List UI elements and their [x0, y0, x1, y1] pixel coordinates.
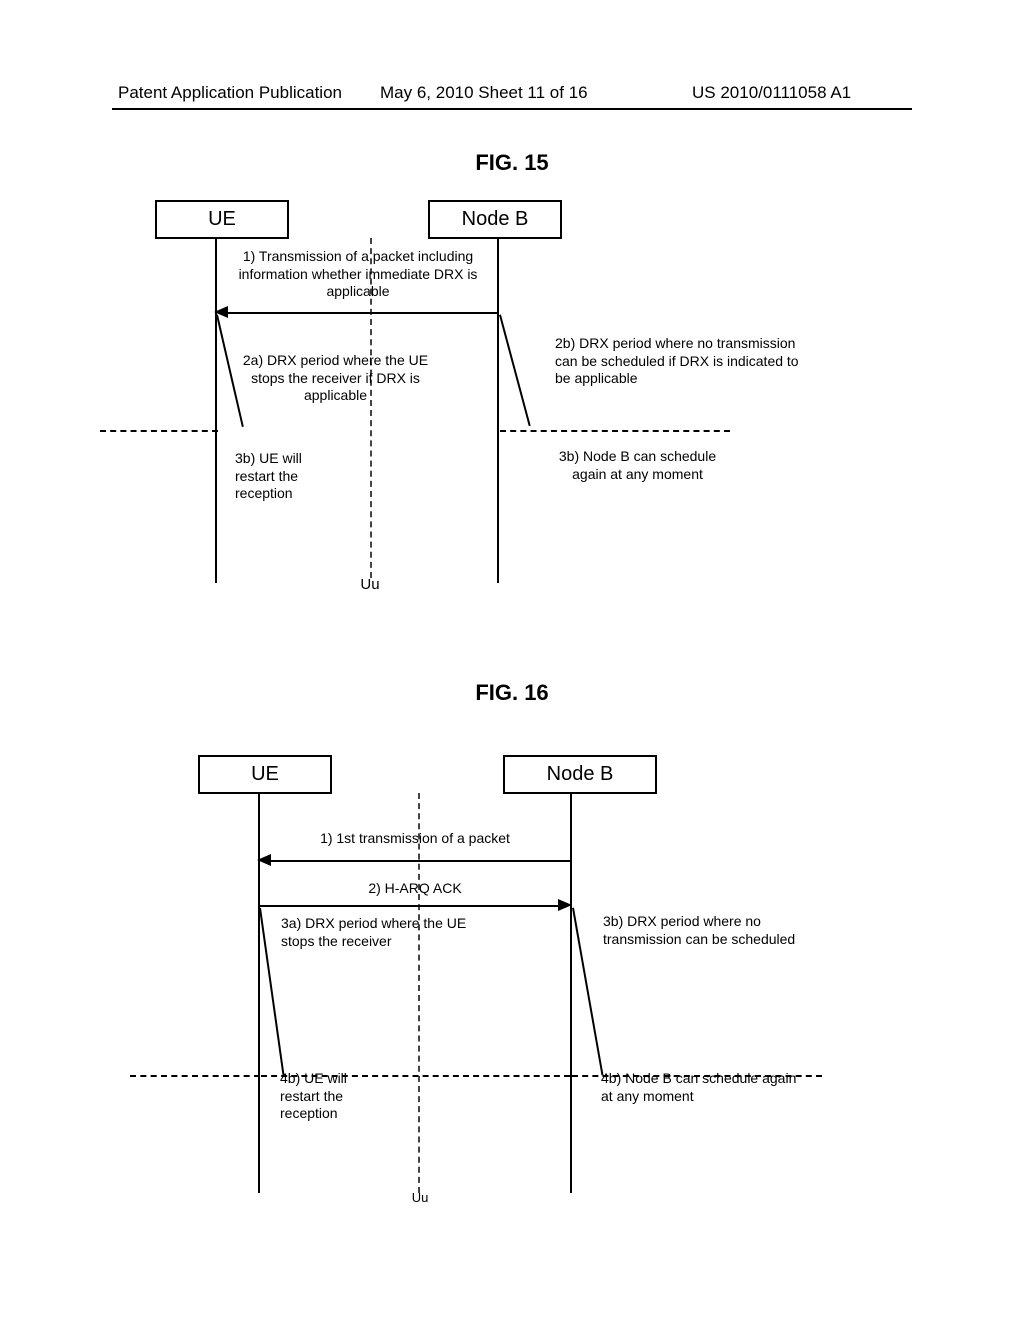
- fig16-arrow2-head: [558, 899, 572, 911]
- fig16-arrow2: [260, 905, 560, 907]
- fig15-step3a-text: 3b) UE will restart the reception: [235, 450, 345, 503]
- fig15-step3b-text: 3b) Node B can schedule again at any mom…: [555, 448, 720, 483]
- fig15-dash-left: [100, 430, 218, 432]
- fig16-center-dash: [418, 793, 420, 1193]
- fig16-uu-label: Uu: [405, 1190, 435, 1206]
- fig16-nodeb-box: Node B: [503, 755, 657, 794]
- fig15-uu-label: Uu: [355, 576, 385, 595]
- fig16-step4b-text: 4b) Node B can schedule again at any mom…: [601, 1070, 801, 1105]
- fig16-ue-lifeline: [258, 793, 260, 1193]
- fig15-step2b-text: 2b) DRX period where no transmission can…: [555, 335, 805, 388]
- fig15-step1-text: 1) Transmission of a packet including in…: [218, 248, 498, 301]
- fig16-step3a-text: 3a) DRX period where the UE stops the re…: [281, 915, 481, 950]
- fig15-step2a-text: 2a) DRX period where the UE stops the re…: [228, 352, 443, 405]
- fig16-step3b-text: 3b) DRX period where no transmission can…: [603, 913, 798, 948]
- header-center: May 6, 2010 Sheet 11 of 16: [380, 83, 588, 103]
- fig16-step2-text: 2) H-ARQ ACK: [355, 880, 475, 898]
- fig16-step4a-text: 4b) UE will restart the reception: [280, 1070, 390, 1123]
- fig16-dash-left: [130, 1075, 260, 1077]
- header-left: Patent Application Publication: [118, 83, 342, 103]
- fig15-nodeb-box: Node B: [428, 200, 562, 239]
- fig15-ue-lifeline: [215, 238, 217, 583]
- fig15-ue-box: UE: [155, 200, 289, 239]
- fig16-ue-box: UE: [198, 755, 332, 794]
- fig15-title: FIG. 15: [0, 150, 1024, 176]
- header-rule: [112, 108, 912, 110]
- fig16-step1-text: 1) 1st transmission of a packet: [300, 830, 530, 848]
- fig16-arrow1-head: [257, 854, 271, 866]
- fig16-arrow1: [263, 860, 570, 862]
- fig16-nodeb-lifeline: [570, 793, 572, 1193]
- fig16-title: FIG. 16: [0, 680, 1024, 706]
- fig16-note3b-line: [572, 908, 603, 1076]
- fig15-arrow1: [220, 312, 497, 314]
- fig15-note2b-line: [499, 314, 531, 426]
- fig15-dash-right: [500, 430, 730, 432]
- header-right: US 2010/0111058 A1: [692, 83, 851, 103]
